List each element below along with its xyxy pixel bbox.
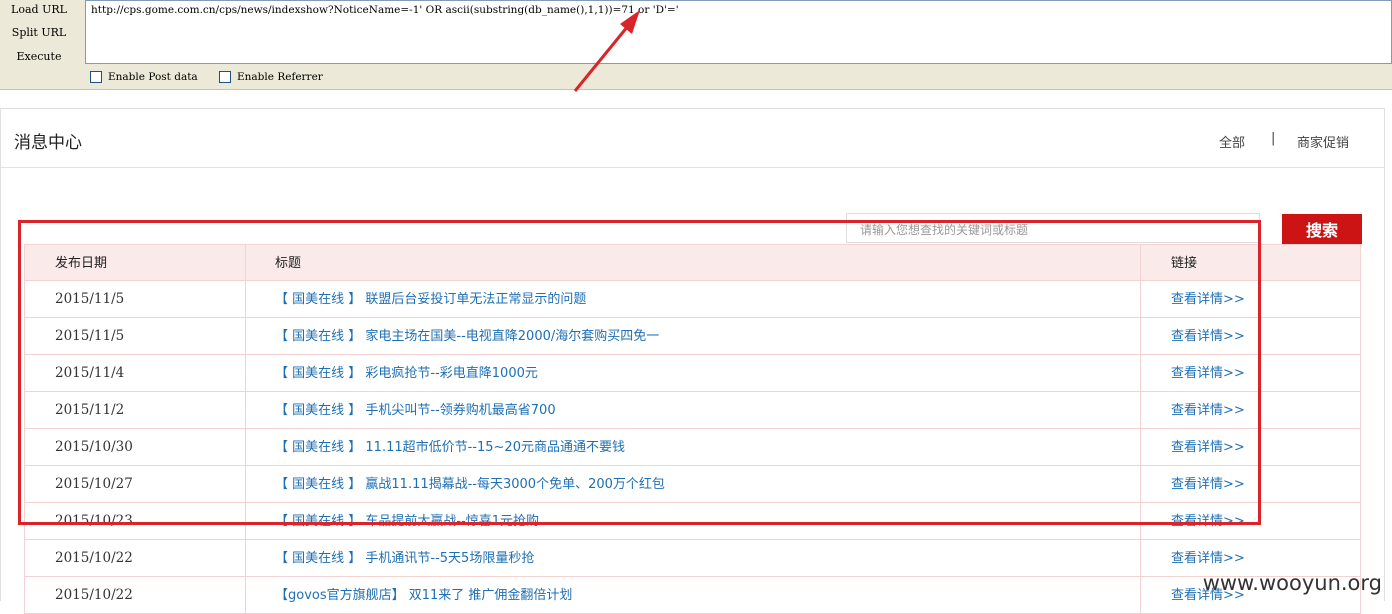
load-url-button[interactable]: Load URL: [0, 0, 78, 20]
row-date: 2015/10/30: [55, 439, 133, 455]
table-row: 2015/10/22 【 国美在线 】 手机通讯节--5天5场限量秒抢 查看详情>>: [24, 540, 1361, 577]
row-title-link[interactable]: 【 国美在线 】 彩电疯抢节--彩电直降1000元: [275, 355, 538, 391]
table-header-row: 发布日期 标题 链接: [24, 244, 1361, 281]
column-divider: [245, 281, 246, 317]
row-date: 2015/10/22: [55, 587, 133, 603]
row-title-link[interactable]: 【 国美在线 】 赢战11.11揭幕战--每天3000个免单、200万个红包: [275, 466, 665, 502]
row-date: 2015/11/4: [55, 365, 125, 381]
row-title-link[interactable]: 【govos官方旗舰店】 双11来了 推广佣金翻倍计划: [275, 577, 572, 613]
watermark: www.wooyun.org: [1202, 571, 1382, 595]
column-divider: [1140, 503, 1141, 539]
row-title-link[interactable]: 【 国美在线 】 手机尖叫节--领券购机最高省700: [275, 392, 556, 428]
split-url-button[interactable]: Split URL: [0, 23, 78, 43]
column-divider: [1140, 577, 1141, 613]
enable-post-checkbox[interactable]: Enable Post data: [90, 71, 198, 83]
table-row: 2015/11/2 【 国美在线 】 手机尖叫节--领券购机最高省700 查看详情>…: [24, 392, 1361, 429]
column-divider: [1140, 245, 1141, 280]
table-row: 2015/11/5 【 国美在线 】 家电主场在国美--电视直降2000/海尔套购…: [24, 318, 1361, 355]
row-date: 2015/10/27: [55, 476, 133, 492]
nav-separator: |: [1271, 131, 1276, 146]
row-title-link[interactable]: 【 国美在线 】 11.11超市低价节--15~20元商品通通不要钱: [275, 429, 625, 465]
column-divider: [245, 318, 246, 354]
column-divider: [1140, 392, 1141, 428]
column-divider: [245, 503, 246, 539]
row-title-link[interactable]: 【 国美在线 】 车品提前大赢战--惊喜1元抢购: [275, 503, 539, 539]
header-date: 发布日期: [55, 256, 108, 271]
enable-referrer-checkbox[interactable]: Enable Referrer: [219, 71, 323, 83]
column-divider: [245, 392, 246, 428]
row-date: 2015/10/22: [55, 550, 133, 566]
column-divider: [1140, 318, 1141, 354]
row-date: 2015/11/5: [55, 328, 125, 344]
row-detail-link[interactable]: 查看详情>>: [1171, 281, 1245, 317]
table-row: 2015/11/4 【 国美在线 】 彩电疯抢节--彩电直降1000元 查看详情>>: [24, 355, 1361, 392]
header-link: 链接: [1171, 256, 1198, 271]
row-detail-link[interactable]: 查看详情>>: [1171, 318, 1245, 354]
column-divider: [1140, 281, 1141, 317]
row-date: 2015/11/2: [55, 402, 125, 418]
table-row: 2015/11/5 【 国美在线 】 联盟后台妥投订单无法正常显示的问题 查看详情>…: [24, 281, 1361, 318]
column-divider: [245, 540, 246, 576]
table-row: 2015/10/30 【 国美在线 】 11.11超市低价节--15~20元商品通…: [24, 429, 1361, 466]
execute-button[interactable]: Execute: [0, 47, 78, 67]
column-divider: [1140, 540, 1141, 576]
search-input[interactable]: 请输入您想查找的关键词或标题: [846, 213, 1260, 243]
enable-post-label: Enable Post data: [108, 71, 198, 83]
column-divider: [1140, 355, 1141, 391]
table-row: 2015/10/27 【 国美在线 】 赢战11.11揭幕战--每天3000个免单…: [24, 466, 1361, 503]
row-detail-link[interactable]: 查看详情>>: [1171, 355, 1245, 391]
checkbox-box[interactable]: [219, 71, 231, 83]
nav-promo-link[interactable]: 商家促销: [1297, 132, 1349, 151]
search-button[interactable]: 搜索: [1282, 214, 1362, 244]
hackbar-toolbar: Load URL Split URL Execute http://cps.go…: [0, 0, 1392, 90]
row-date: 2015/11/5: [55, 291, 125, 307]
row-detail-link[interactable]: 查看详情>>: [1171, 466, 1245, 502]
page-title: 消息中心: [14, 133, 82, 153]
nav-all-link[interactable]: 全部: [1219, 132, 1245, 151]
row-detail-link[interactable]: 查看详情>>: [1171, 503, 1245, 539]
column-divider: [245, 429, 246, 465]
url-input[interactable]: http://cps.gome.com.cn/cps/news/indexsho…: [85, 0, 1392, 64]
column-divider: [245, 577, 246, 613]
header-title: 标题: [275, 256, 302, 271]
row-detail-link[interactable]: 查看详情>>: [1171, 429, 1245, 465]
row-title-link[interactable]: 【 国美在线 】 手机通讯节--5天5场限量秒抢: [275, 540, 534, 576]
row-detail-link[interactable]: 查看详情>>: [1171, 392, 1245, 428]
row-title-link[interactable]: 【 国美在线 】 联盟后台妥投订单无法正常显示的问题: [275, 281, 586, 317]
panel-header: 消息中心 全部 | 商家促销: [1, 109, 1384, 168]
message-table: 发布日期 标题 链接 2015/11/5 【 国美在线 】 联盟后台妥投订单无法正…: [24, 244, 1361, 614]
column-divider: [245, 466, 246, 502]
table-row: 2015/10/22 【govos官方旗舰店】 双11来了 推广佣金翻倍计划 查看详…: [24, 577, 1361, 614]
column-divider: [1140, 429, 1141, 465]
row-title-link[interactable]: 【 国美在线 】 家电主场在国美--电视直降2000/海尔套购买四免一: [275, 318, 659, 354]
enable-referrer-label: Enable Referrer: [237, 71, 323, 83]
row-date: 2015/10/23: [55, 513, 133, 529]
column-divider: [245, 355, 246, 391]
table-row: 2015/10/23 【 国美在线 】 车品提前大赢战--惊喜1元抢购 查看详情>>: [24, 503, 1361, 540]
checkbox-box[interactable]: [90, 71, 102, 83]
column-divider: [1140, 466, 1141, 502]
column-divider: [245, 245, 246, 280]
